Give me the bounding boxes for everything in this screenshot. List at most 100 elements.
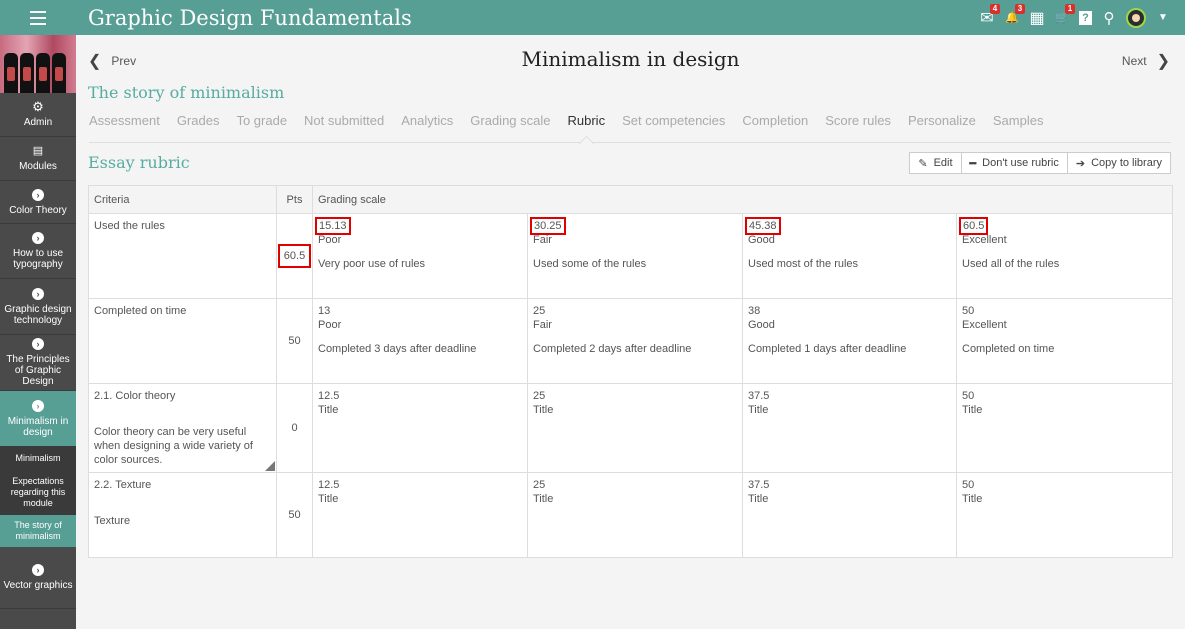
pts-cell[interactable]: 0 [276,383,313,473]
top-bar: Graphic Design Fundamentals ✉ 4 🔔 3 ▦ 🛒 1 ?… [0,0,1185,35]
minus-icon: ━ [969,157,977,170]
chevron-right-icon: › [32,232,44,244]
resize-handle-icon[interactable] [265,461,275,471]
pts-cell[interactable]: 60.5 [276,213,313,299]
criteria-label: 2.1. Color theory [94,390,176,402]
criteria-cell[interactable]: Used the rules [88,213,277,299]
notifications-icon[interactable]: 🔔 3 [1004,3,1025,26]
tab-completion[interactable]: Completion [742,113,808,143]
scale-cell[interactable]: 25 Fair Completed 2 days after deadline [527,298,743,384]
score-value: 50 [962,390,975,402]
page-title: Minimalism in design [521,47,740,71]
scale-cell[interactable]: 13 Poor Completed 3 days after deadline [312,298,528,384]
tab-personalize[interactable]: Personalize [908,113,976,143]
help-icon[interactable]: ? [1079,10,1092,25]
level-desc: Used all of the rules [962,258,1060,270]
score-value: 12.5 [318,390,340,402]
sidebar-item-principles[interactable]: › The Principles of Graphic Design [0,335,76,391]
chevron-down-icon[interactable]: ▼ [1155,10,1171,26]
course-thumbnail[interactable] [0,35,76,93]
pts-header: Pts [276,185,313,214]
sidebar-item-modules[interactable]: ▤ Modules [0,137,76,181]
scale-cell[interactable]: 45.38 Good Used most of the rules [742,213,957,299]
tab-rubric[interactable]: Rubric [568,113,606,143]
level-label: Fair [533,319,552,331]
score-value: 15.13 [315,217,351,235]
rubric-actions: ✎ Edit ━ Don't use rubric ➔ Copy to libr… [909,152,1171,174]
sidebar-item-label: How to use typography [12,248,64,270]
scale-cell[interactable]: 50 Title [956,472,1173,558]
subnav-item-expectations[interactable]: Expectations regarding this module [0,470,76,515]
cart-icon[interactable]: 🛒 1 [1054,3,1075,26]
scale-cell[interactable]: 60.5 Excellent Used all of the rules [956,213,1173,299]
level-label: Excellent [962,234,1007,246]
messages-icon[interactable]: ✉ 4 [979,3,1000,27]
scale-cell[interactable]: 37.5 Title [742,472,957,558]
pts-value: 50 [288,335,301,347]
menu-icon[interactable] [0,0,76,35]
sidebar-item-graphic-design-technology[interactable]: › Graphic design technology [0,279,76,335]
table-row: 2.1. Color theory Color theory can be ver… [88,383,1173,473]
score-value: 50 [962,479,975,491]
avatar[interactable] [1126,7,1146,28]
level-label: Title [533,404,554,416]
tab-set-competencies[interactable]: Set competencies [622,113,725,143]
pts-cell[interactable]: 50 [276,298,313,384]
score-value: 45.38 [745,217,781,235]
sidebar: ⚙ Admin ▤ Modules › Color Theory › How t… [0,35,76,629]
criteria-label: Completed on time [94,305,187,317]
sidebar-item-admin[interactable]: ⚙ Admin [0,93,76,137]
sidebar-item-label: The Principles of Graphic Design [6,354,70,387]
tab-grading-scale[interactable]: Grading scale [470,113,550,143]
score-value: 13 [318,305,331,317]
criteria-cell[interactable]: 2.2. Texture Texture [88,472,277,558]
scale-cell[interactable]: 37.5 Title [742,383,957,473]
subnav-item-story-of-minimalism[interactable]: The story of minimalism [0,515,76,547]
scale-cell[interactable]: 30.25 Fair Used some of the rules [527,213,743,299]
scale-cell[interactable]: 15.13 Poor Very poor use of rules [312,213,528,299]
top-icons: ✉ 4 🔔 3 ▦ 🛒 1 ? ⚲ ▼ [979,0,1171,35]
score-value: 12.5 [318,479,340,491]
scale-cell[interactable]: 12.5 Title [312,383,528,473]
sidebar-subnav: Minimalism Expectations regarding this m… [0,447,76,547]
section-title: The story of minimalism [88,83,285,102]
tab-assessment[interactable]: Assessment [89,113,160,143]
dont-use-rubric-button[interactable]: ━ Don't use rubric [962,153,1068,173]
gear-icon: ⚙ [32,99,44,114]
level-label: Good [748,234,775,246]
search-icon[interactable]: ⚲ [1101,10,1117,27]
cart-badge: 1 [1065,3,1075,14]
sidebar-item-vector-graphics[interactable]: › Vector graphics [0,547,76,609]
tab-analytics[interactable]: Analytics [401,113,453,143]
subnav-item-minimalism[interactable]: Minimalism [0,447,76,470]
scale-cell[interactable]: 50 Title [956,383,1173,473]
chevron-right-icon: › [32,188,44,201]
criteria-cell[interactable]: 2.1. Color theory Color theory can be ver… [88,383,277,473]
next-label: Next [1121,54,1147,68]
copy-to-library-button[interactable]: ➔ Copy to library [1068,153,1170,173]
tab-grades[interactable]: Grades [177,113,220,143]
level-desc: Used some of the rules [533,258,647,270]
tab-samples[interactable]: Samples [993,113,1044,143]
level-desc: Completed 3 days after deadline [318,343,477,355]
criteria-label: Used the rules [94,220,165,232]
tab-score-rules[interactable]: Score rules [825,113,891,143]
sidebar-item-minimalism-in-design[interactable]: › Minimalism in design [0,391,76,447]
copy-label: Copy to library [1091,157,1162,169]
edit-button[interactable]: ✎ Edit [910,153,962,173]
sidebar-item-color-theory[interactable]: › Color Theory [0,181,76,224]
tab-not-submitted[interactable]: Not submitted [304,113,384,143]
criteria-cell[interactable]: Completed on time [88,298,277,384]
scale-cell[interactable]: 38 Good Completed 1 days after deadline [742,298,957,384]
next-button[interactable]: Next ❯ [1122,51,1170,71]
tab-to-grade[interactable]: To grade [236,113,287,143]
scale-cell[interactable]: 25 Title [527,383,743,473]
scale-cell[interactable]: 12.5 Title [312,472,528,558]
sidebar-item-typography[interactable]: › How to use typography [0,224,76,279]
table-row: Used the rules 60.5 15.13 Poor Very poor u… [88,213,1173,299]
scale-cell[interactable]: 25 Title [527,472,743,558]
calendar-icon[interactable]: ▦ [1029,10,1045,27]
pts-cell[interactable]: 50 [276,472,313,558]
scale-cell[interactable]: 50 Excellent Completed on time [956,298,1173,384]
app-title: Graphic Design Fundamentals [88,5,412,30]
